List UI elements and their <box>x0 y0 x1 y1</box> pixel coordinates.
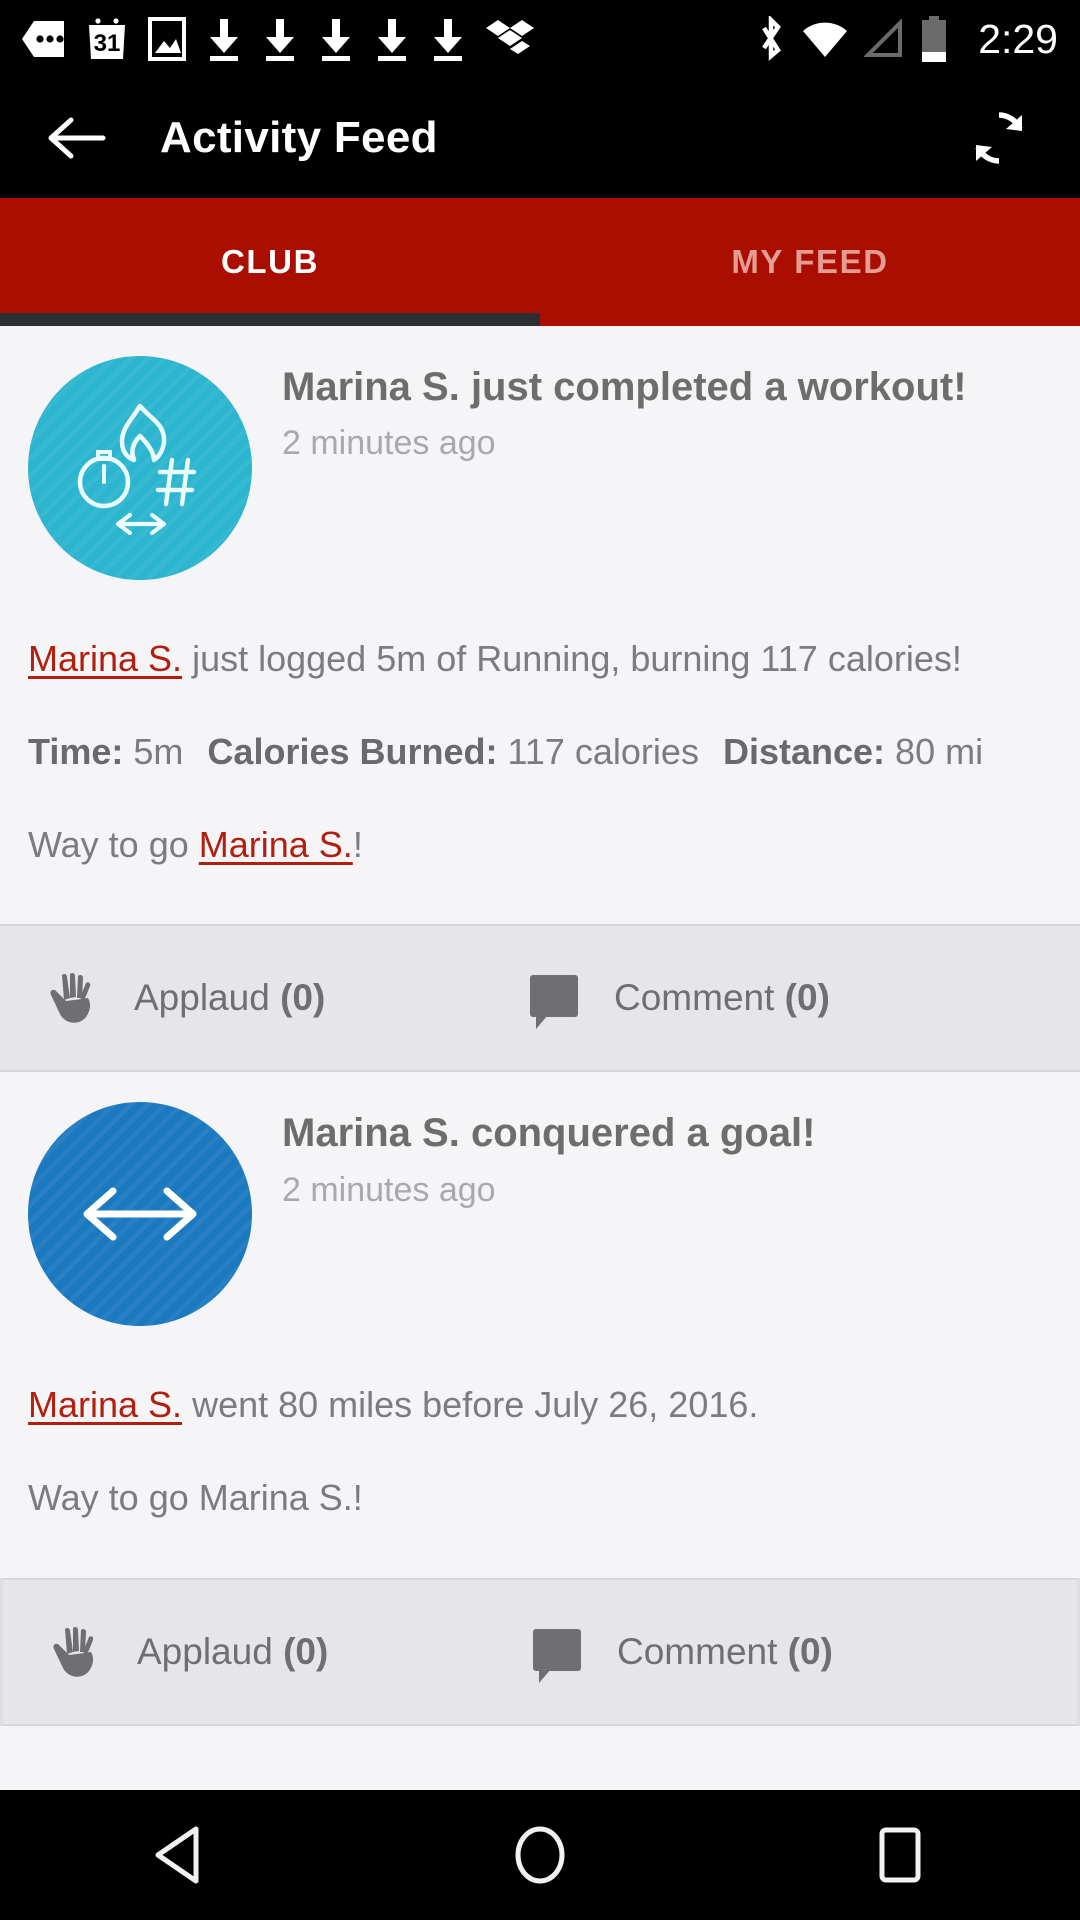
stat-value-distance: 80 mi <box>895 730 984 772</box>
calendar-31-icon: 31 <box>89 18 125 59</box>
feed-card-timestamp: 2 minutes ago <box>282 1170 496 1209</box>
feed-card-body: Marina S. went 80 miles before July 26, … <box>0 1382 1080 1522</box>
goal-avatar-icon <box>83 1187 197 1241</box>
feed-card-spacer <box>0 1522 1080 1578</box>
wifi-icon <box>803 22 848 57</box>
feed-card-title: Marina S. just completed a workout! <box>282 365 967 409</box>
feed-card-spacer <box>0 868 1080 924</box>
nav-back-triangle-icon <box>155 1826 199 1884</box>
nav-home-button[interactable] <box>465 1805 615 1905</box>
download-icon <box>378 19 406 61</box>
feed-card-header-text: Marina S. just completed a workout! 2 mi… <box>252 356 1052 464</box>
feed-card-timestamp: 2 minutes ago <box>282 424 496 463</box>
applaud-button[interactable]: Applaud (0) <box>3 1619 483 1685</box>
user-link[interactable]: Marina S. <box>28 1384 182 1425</box>
tab-my-feed-label: MY FEED <box>731 243 889 280</box>
closing-prefix: Way to go <box>28 823 199 865</box>
sim-tag-icon <box>22 21 64 57</box>
activity-feed-list[interactable]: Marina S. just completed a workout! 2 mi… <box>0 326 1080 1790</box>
nav-home-circle-icon <box>515 1826 565 1884</box>
user-link[interactable]: Marina S. <box>199 824 353 865</box>
feed-card-body: Marina S. just logged 5m of Running, bur… <box>0 636 1080 868</box>
feed-card-header-text: Marina S. conquered a goal! 2 minutes ag… <box>252 1102 1052 1210</box>
nav-recents-button[interactable] <box>825 1805 975 1905</box>
applaud-label: Applaud (0) <box>134 977 326 1019</box>
feed-card-summary-text: went 80 miles before July 26, 2016. <box>182 1384 759 1426</box>
bluetooth-icon <box>762 16 782 61</box>
avatar <box>28 1102 252 1327</box>
dropbox-icon <box>486 20 534 54</box>
download-icon <box>434 19 462 61</box>
refresh-button[interactable] <box>964 103 1034 173</box>
nav-back-button[interactable] <box>105 1805 255 1905</box>
feed-card-closing: Way to go Marina S.! <box>28 1477 363 1519</box>
feed-card-action-bar: Applaud (0) Comment (0) <box>0 924 1080 1073</box>
status-bar-clock: 2:29 <box>978 15 1058 62</box>
comment-button[interactable]: Comment (0) <box>483 1619 833 1685</box>
stat-label-calories: Calories Burned: <box>207 730 498 772</box>
stat-label-distance: Distance: <box>722 730 886 772</box>
photo-icon <box>148 17 186 61</box>
stopwatch-icon <box>77 450 131 509</box>
applaud-label: Applaud (0) <box>137 1630 329 1672</box>
hashtag-icon <box>155 457 197 507</box>
status-bar-system-icons: 2:29 <box>756 16 1058 63</box>
android-navigation-bar <box>0 1790 1080 1920</box>
double-arrow-icon <box>83 1187 197 1241</box>
stat-label-time: Time: <box>28 730 124 772</box>
tab-bar: CLUB MY FEED <box>0 198 1080 326</box>
tab-club[interactable]: CLUB <box>0 198 540 326</box>
status-bar-notification-icons: 31 <box>22 17 756 61</box>
svg-text:31: 31 <box>94 30 121 57</box>
download-icon <box>210 19 238 61</box>
comment-bubble-icon <box>521 1619 595 1685</box>
download-icon <box>322 19 350 61</box>
tab-indicator <box>0 313 540 326</box>
applaud-button[interactable]: Applaud (0) <box>0 965 480 1031</box>
user-link[interactable]: Marina S. <box>28 638 182 679</box>
comment-label: Comment (0) <box>614 977 830 1019</box>
feed-card-summary: Marina S. just logged 5m of Running, bur… <box>28 636 1052 683</box>
status-bar: 31 2:29 <box>0 0 1080 78</box>
refresh-icon <box>975 112 1023 164</box>
workout-avatar-icons <box>77 403 197 536</box>
feed-card-summary: Marina S. went 80 miles before July 26, … <box>28 1382 1052 1429</box>
tab-my-feed[interactable]: MY FEED <box>540 198 1080 326</box>
cell-signal-icon <box>864 19 903 57</box>
feed-card-stats: Time: 5m Calories Burned: 117 calories D… <box>28 729 1052 776</box>
download-icon <box>266 19 294 61</box>
feed-card-closing: Way to go Marina S.! <box>28 822 1052 869</box>
arrow-left-icon <box>48 117 106 159</box>
comment-button[interactable]: Comment (0) <box>480 965 830 1031</box>
applaud-hands-icon <box>41 1619 115 1685</box>
avatar <box>28 356 252 580</box>
feed-card: Marina S. just completed a workout! 2 mi… <box>0 326 1080 1073</box>
tab-club-label: CLUB <box>220 243 320 280</box>
feed-card-summary-text: just logged 5m of Running, burning 117 c… <box>182 638 962 679</box>
feed-card-header: Marina S. conquered a goal! 2 minutes ag… <box>0 1072 1080 1327</box>
stat-value-time: 5m <box>133 730 184 772</box>
feed-card-action-bar: Applaud (0) Comment (0) <box>0 1577 1080 1726</box>
battery-icon <box>922 16 947 62</box>
feed-card-title: Marina S. conquered a goal! <box>282 1111 816 1156</box>
comment-label: Comment (0) <box>617 1630 833 1672</box>
closing-suffix: ! <box>352 823 363 865</box>
comment-bubble-icon <box>518 965 592 1031</box>
feed-card: Marina S. conquered a goal! 2 minutes ag… <box>0 1072 1080 1726</box>
stat-value-calories: 117 calories <box>507 730 699 772</box>
applaud-hands-icon <box>38 965 112 1031</box>
flame-icon <box>119 403 167 463</box>
page-title: Activity Feed <box>160 113 438 162</box>
app-bar: Activity Feed <box>0 78 1080 198</box>
double-arrow-icon <box>115 512 167 536</box>
feed-card-header: Marina S. just completed a workout! 2 mi… <box>0 326 1080 580</box>
nav-recents-square-icon <box>879 1827 921 1883</box>
phone-screen: 31 2:29 Activity Feed CLUB MY FEED Marin… <box>0 0 1080 1920</box>
back-button[interactable] <box>44 105 110 171</box>
